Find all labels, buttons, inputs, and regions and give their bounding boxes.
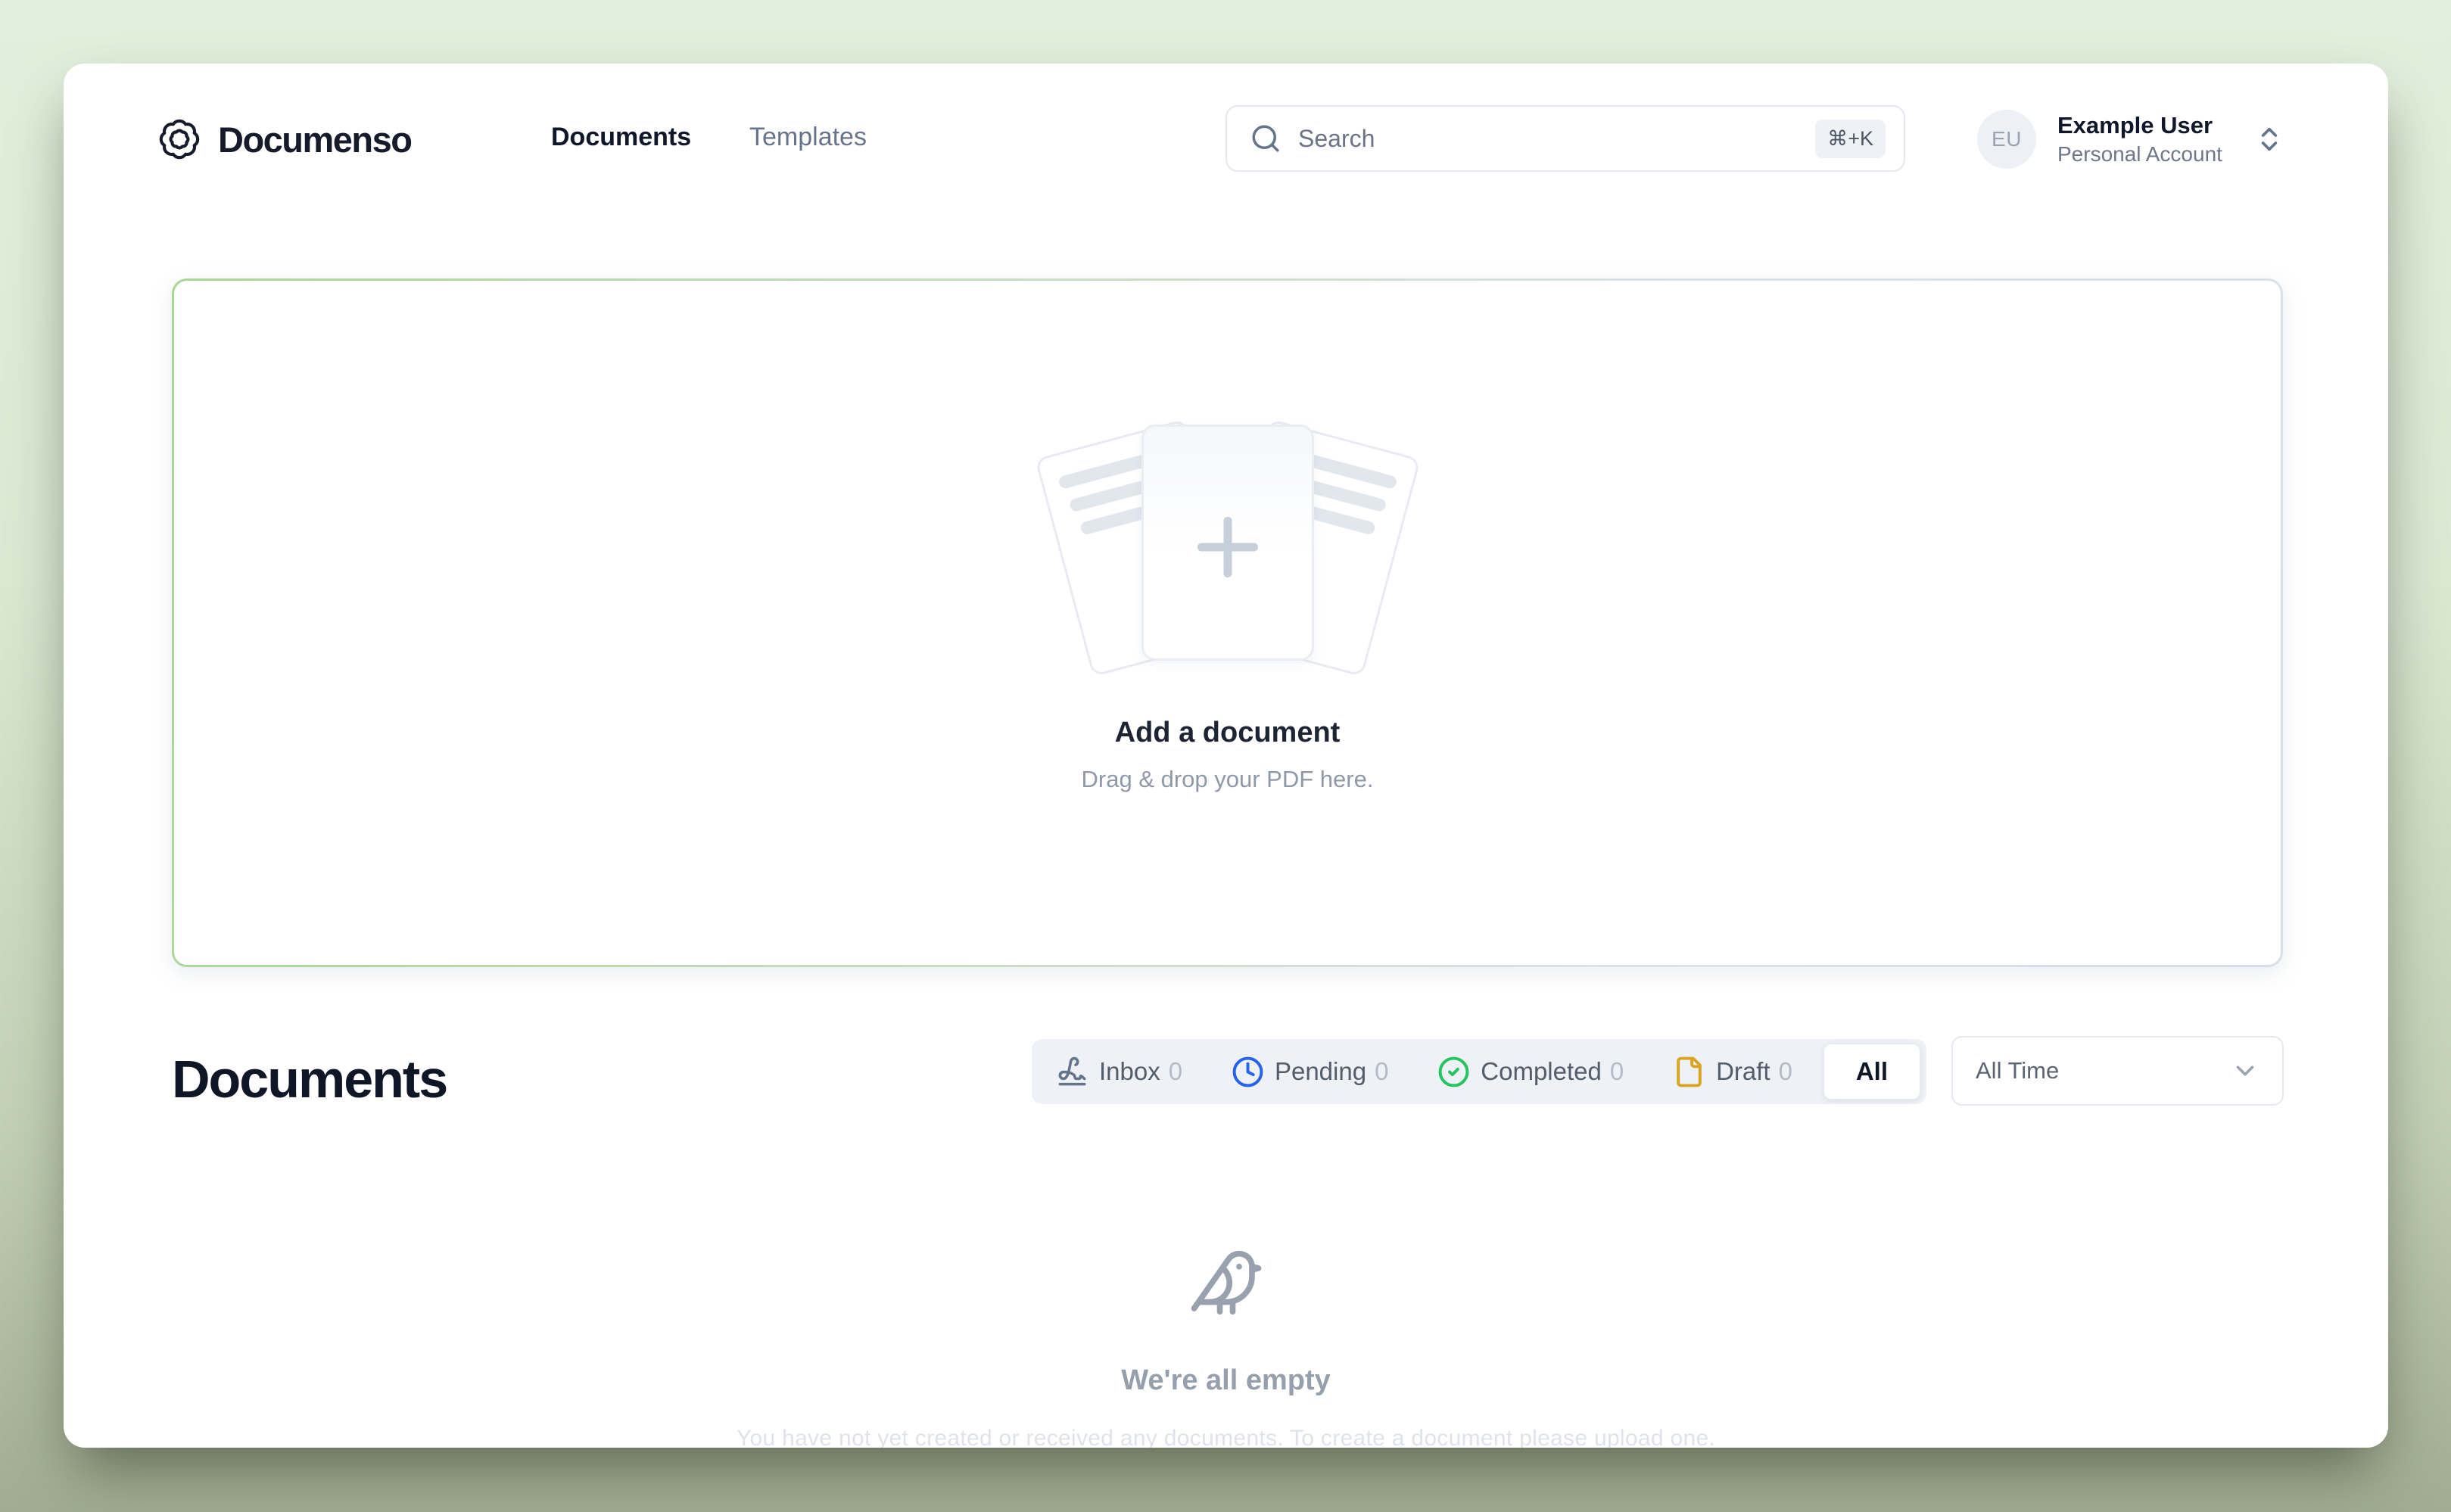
period-filter-value: All Time (1976, 1057, 2060, 1084)
signature-icon (1058, 1056, 1086, 1085)
account-type: Personal Account (2057, 142, 2222, 166)
chevron-down-icon (2236, 1066, 2254, 1076)
clock-icon (1232, 1056, 1263, 1087)
pending-count: 0 (1375, 1057, 1389, 1085)
document-stack-illustration (1034, 418, 1421, 677)
file-icon (1677, 1056, 1702, 1087)
empty-state-title: We're all empty (1121, 1364, 1331, 1396)
logo-text: Documenso (218, 119, 413, 160)
bird-icon (1191, 1250, 1261, 1315)
logo[interactable]: Documenso (157, 109, 413, 170)
user-name: Example User (2057, 112, 2213, 138)
dropzone-title: Add a document (1114, 717, 1341, 748)
documenso-logo-icon (159, 119, 200, 160)
avatar: EU (1977, 110, 2036, 169)
tab-pending[interactable]: Pending 0 (1213, 1044, 1406, 1100)
nav-templates[interactable]: Templates (749, 123, 867, 152)
dropzone-subtitle: Drag & drop your PDF here. (1081, 766, 1374, 792)
status-filter-tabs: Inbox 0 Pending 0 Completed 0 Draft 0 Al… (1032, 1039, 1926, 1104)
search-shortcut-badge: ⌘+K (1815, 119, 1886, 158)
plus-icon (1197, 517, 1258, 577)
nav-documents[interactable]: Documents (551, 123, 691, 152)
tab-draft[interactable]: Draft 0 (1655, 1044, 1811, 1100)
tab-inbox[interactable]: Inbox 0 (1038, 1044, 1201, 1100)
app-window: Documenso Documents Templates Search ⌘+K… (64, 64, 2388, 1448)
upload-dropzone[interactable]: Add a document Drag & drop your PDF here… (172, 278, 2283, 967)
draft-count: 0 (1778, 1057, 1792, 1085)
search-input[interactable]: Search ⌘+K (1226, 105, 1905, 172)
chevrons-up-down-icon (2261, 127, 2278, 151)
tab-all[interactable]: All (1823, 1044, 1920, 1100)
document-card-center (1141, 425, 1314, 661)
page-title: Documents (172, 1050, 448, 1109)
circle-check-icon (1438, 1056, 1469, 1087)
empty-state-description: You have not yet created or received any… (736, 1426, 1716, 1448)
search-placeholder: Search (1298, 124, 1375, 152)
empty-state: We're all empty You have not yet created… (64, 1244, 2388, 1448)
period-filter-select[interactable]: All Time (1951, 1036, 2284, 1106)
user-menu[interactable]: EU Example User Personal Account (1977, 107, 2284, 171)
tab-completed[interactable]: Completed 0 (1419, 1044, 1642, 1100)
inbox-count: 0 (1168, 1057, 1183, 1085)
completed-count: 0 (1609, 1057, 1624, 1085)
search-icon (1252, 125, 1279, 152)
